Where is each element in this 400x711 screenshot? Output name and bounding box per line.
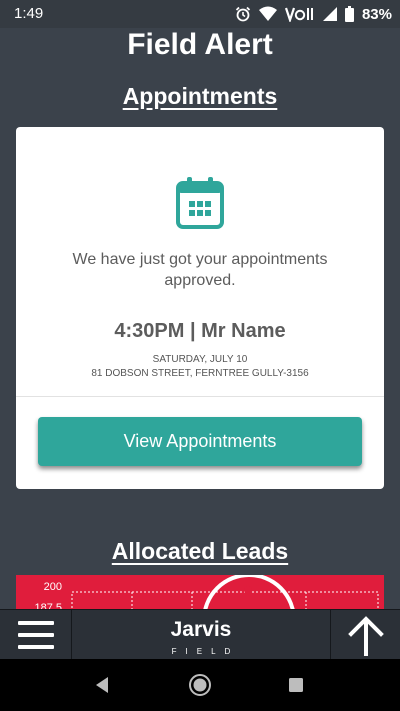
bottom-bar: Jarvis FIELD [0,609,400,660]
brand-sub: FIELD [171,647,240,656]
status-time: 1:49 [14,5,44,22]
y-tick-200: 200 [44,581,62,593]
appointment-date: SATURDAY, JULY 10 [152,354,248,365]
card-divider [16,396,384,397]
appointment-card: We have just got your appointments appro… [16,127,384,489]
appointment-message: We have just got your appointments appro… [72,251,328,289]
view-appointments-button[interactable]: View Appointments [38,417,362,466]
brand-logo: Jarvis FIELD [72,610,330,660]
home-circle-icon[interactable] [186,672,214,698]
status-icons: 83% [235,4,392,24]
recent-apps-square-icon[interactable] [282,672,310,698]
appointment-time: 4:30PM | Mr Name [114,320,286,342]
alarm-icon [235,6,251,22]
battery-icon [344,6,354,22]
status-bar: 1:49 83% [0,0,400,28]
brand-name: Jarvis [170,618,232,641]
arrow-up-icon [348,616,384,656]
allocated-leads-heading: Allocated Leads [0,538,400,565]
volte-icon [284,7,313,22]
hamburger-menu-icon [18,621,54,649]
scroll-up-button[interactable] [330,610,400,660]
page-title: Field Alert [127,28,273,61]
system-nav-bar [0,659,400,711]
appointments-heading-text: Appointments [122,83,278,109]
calendar-icon [176,177,224,229]
allocated-leads-heading-text: Allocated Leads [111,538,289,564]
signal-icon [322,7,337,21]
back-triangle-icon[interactable] [88,672,116,698]
wifi-icon [258,6,277,21]
battery-percent: 83% [361,5,392,23]
appointments-heading: Appointments [0,83,400,110]
menu-button[interactable] [0,610,72,660]
appointment-address: 81 DOBSON STREET, FERNTREE GULLY-3156 [91,368,309,379]
